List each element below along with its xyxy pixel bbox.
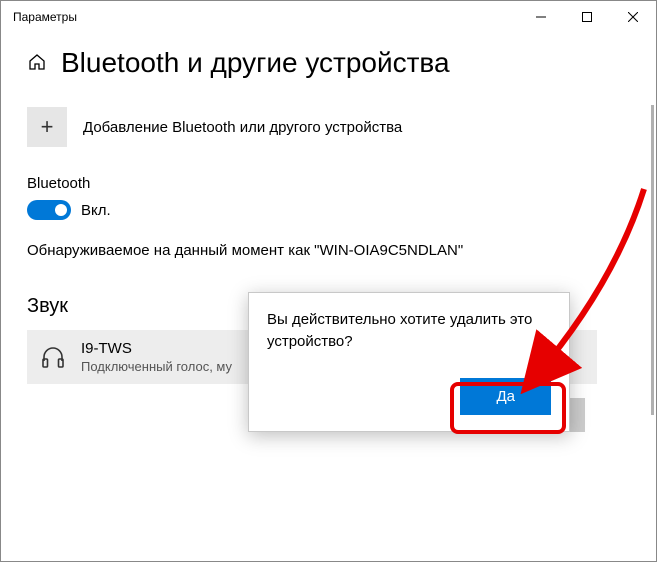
page-title: Bluetooth и другие устройства [61,47,450,79]
home-icon[interactable] [27,52,47,75]
add-device-button[interactable]: + [27,107,67,147]
device-text-block: I9-TWS Подключенный голос, му [81,340,232,374]
discoverable-text: Обнаруживаемое на данный момент как "WIN… [27,242,656,259]
add-device-row[interactable]: + Добавление Bluetooth или другого устро… [27,107,656,147]
close-button[interactable] [610,1,656,33]
plus-icon: + [41,114,54,140]
add-device-label: Добавление Bluetooth или другого устройс… [83,119,402,136]
titlebar: Параметры [1,1,656,33]
toggle-state-label: Вкл. [81,202,111,219]
confirm-dialog: Вы действительно хотите удалить это устр… [248,292,570,432]
bluetooth-toggle[interactable]: Вкл. [27,200,656,220]
minimize-button[interactable] [518,1,564,33]
dialog-actions: Да [460,378,551,415]
toggle-switch[interactable] [27,200,71,220]
toggle-knob [55,204,67,216]
scrollbar[interactable] [651,105,654,415]
yes-button[interactable]: Да [460,378,551,415]
window-title: Параметры [13,10,518,24]
page-header: Bluetooth и другие устройства [27,47,656,79]
maximize-button[interactable] [564,1,610,33]
window-controls [518,1,656,33]
dialog-message: Вы действительно хотите удалить это устр… [267,309,551,353]
bluetooth-section: Bluetooth Вкл. [27,175,656,220]
device-name: I9-TWS [81,340,232,357]
device-status: Подключенный голос, му [81,359,232,374]
headphones-icon [39,344,67,370]
settings-window: Параметры Bluetooth и другие устройства … [0,0,657,562]
bluetooth-label: Bluetooth [27,175,656,192]
